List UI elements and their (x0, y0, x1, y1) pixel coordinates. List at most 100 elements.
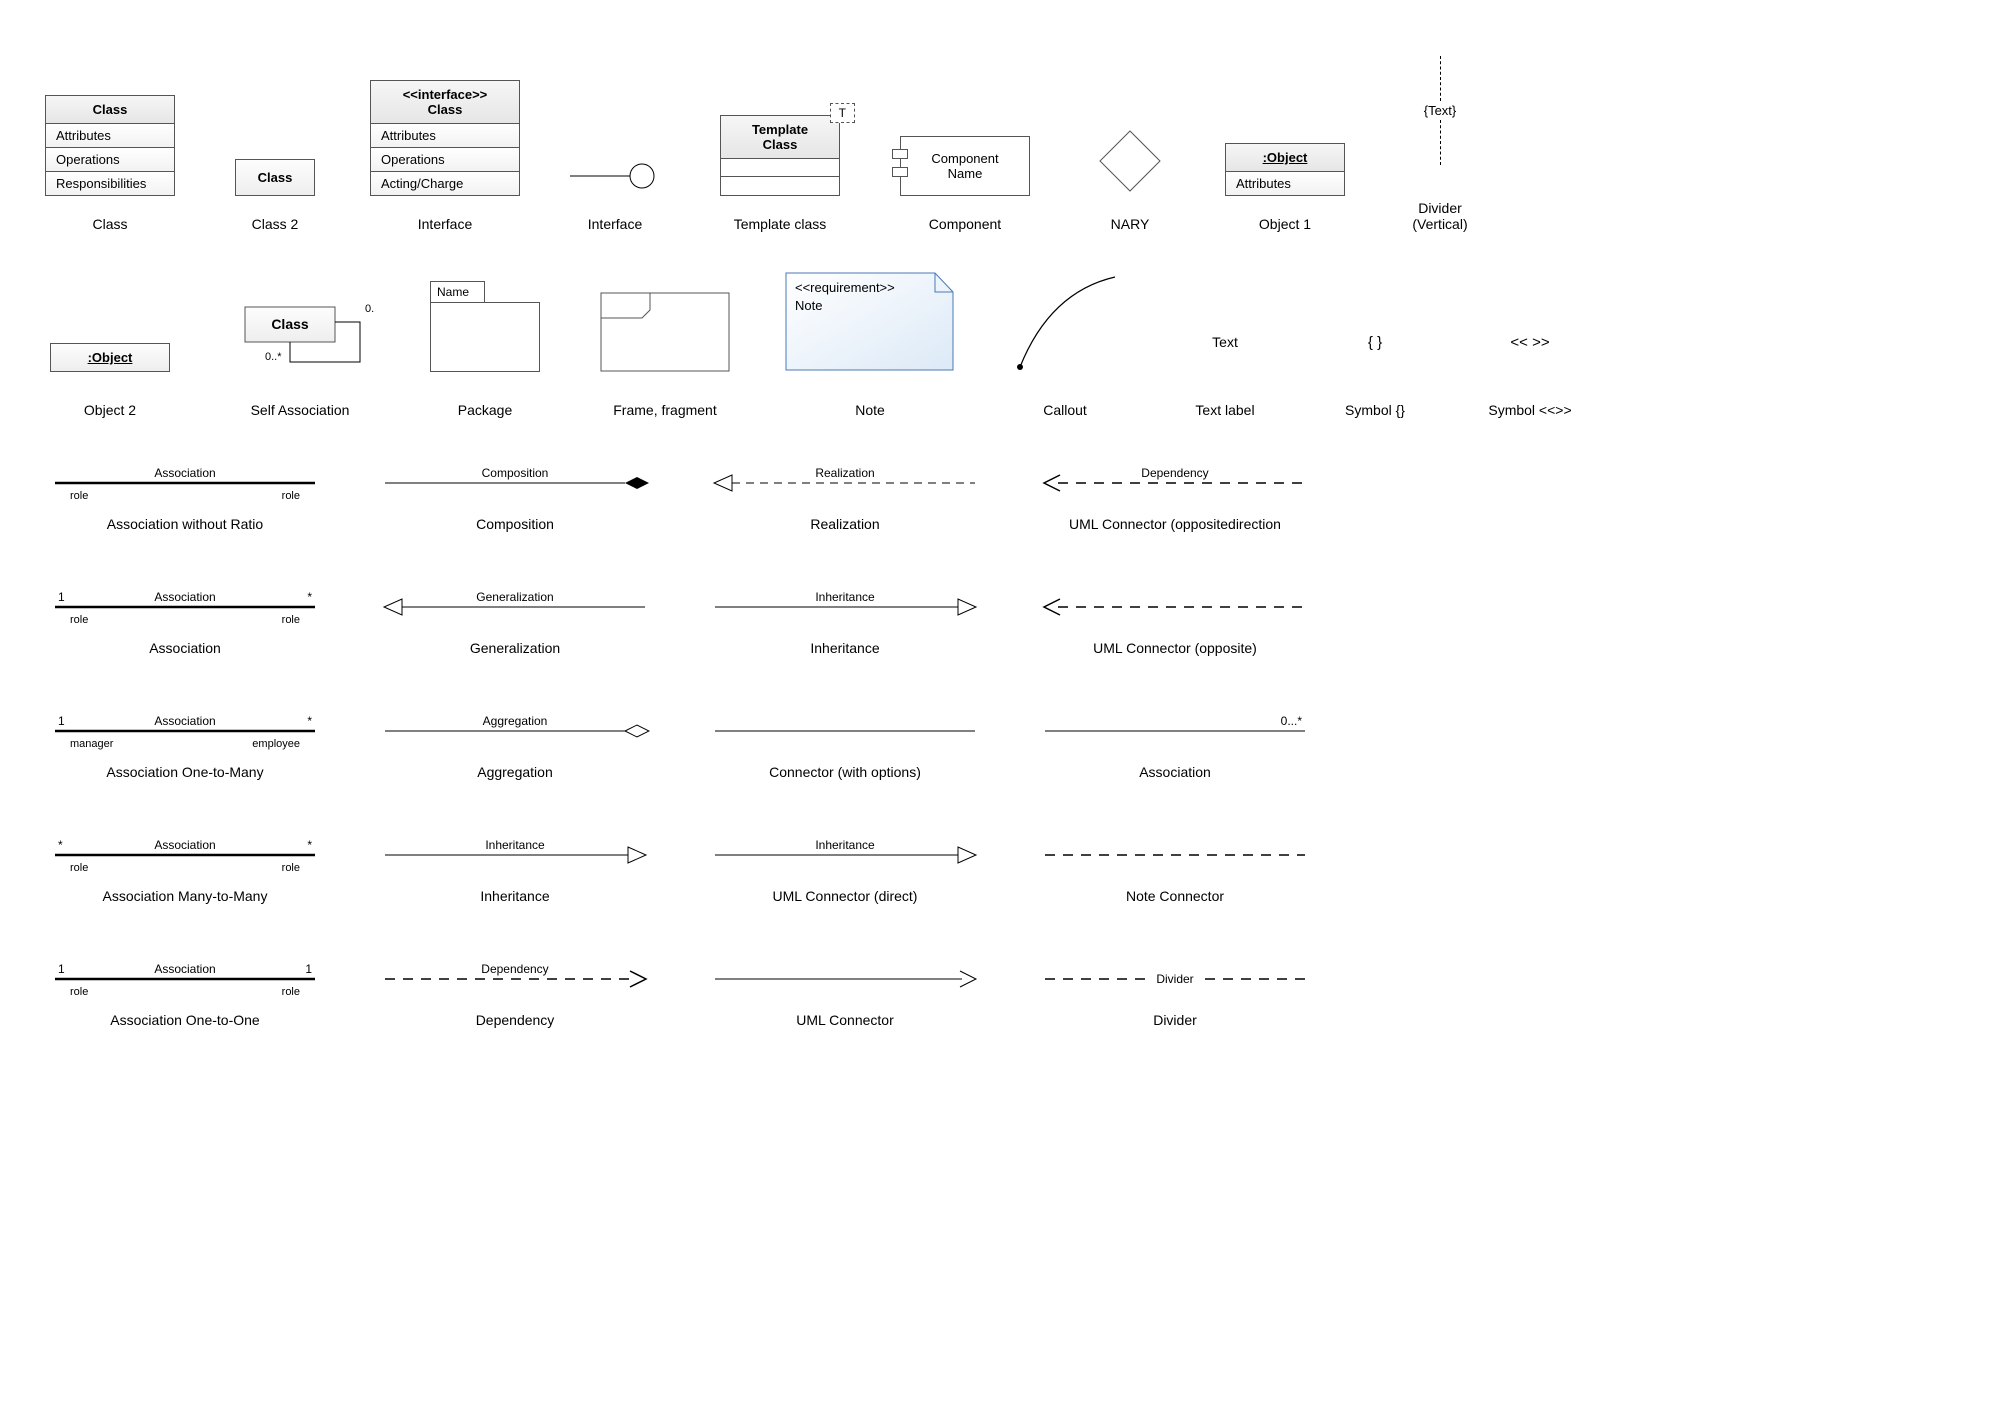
shape-self-association[interactable]: Class 0..1 0..* Self Association (220, 282, 380, 418)
shape-interface[interactable]: <<interface>> Class Attributes Operation… (370, 80, 520, 232)
lollipop-icon (570, 156, 660, 196)
class-resp: Responsibilities (46, 172, 174, 195)
connector-assoc-no-ratio[interactable]: AssociationroleroleAssociation without R… (40, 458, 330, 532)
svg-text:Class: Class (271, 316, 309, 332)
connector-assoc-mm[interactable]: Association**roleroleAssociation Many-to… (40, 830, 330, 904)
caption: Dependency (476, 1012, 555, 1028)
svg-text:0...*: 0...* (1281, 714, 1303, 728)
svg-text:*: * (307, 590, 312, 604)
connector-inheritance2[interactable]: InheritanceInheritance (370, 830, 660, 904)
shape-divider-vertical[interactable]: {Text} Divider (Vertical) (1390, 40, 1490, 232)
caption: Note (855, 402, 885, 418)
class2-title: Class (235, 159, 316, 196)
svg-text:Association: Association (154, 838, 215, 852)
shape-frame[interactable]: Frame, fragment (590, 292, 740, 418)
svg-text:role: role (282, 862, 300, 874)
text-label-text: Text (1212, 312, 1238, 372)
connector-assoc-11[interactable]: Association11roleroleAssociation One-to-… (40, 954, 330, 1028)
caption: Object 1 (1259, 216, 1311, 232)
svg-text:role: role (282, 986, 300, 998)
connector-uml-direct[interactable]: Inheritance UML Connector (direct) (700, 830, 990, 904)
shape-class[interactable]: Class Attributes Operations Responsibili… (40, 95, 180, 232)
svg-text:*: * (307, 714, 312, 728)
connector-uml-opp-dir[interactable]: DependencyUML Connector (oppositedirecti… (1030, 458, 1320, 532)
shape-symbol-braces[interactable]: { } Symbol {} (1320, 312, 1430, 418)
connector-conn-opts[interactable]: Connector (with options) (700, 706, 990, 780)
caption: Class (92, 216, 127, 232)
svg-text:1: 1 (58, 714, 65, 728)
caption: Component (929, 216, 1001, 232)
svg-text:manager: manager (70, 738, 114, 750)
caption: Object 2 (84, 402, 136, 418)
caption: Connector (with options) (769, 764, 921, 780)
caption: UML Connector (opposite) (1093, 640, 1257, 656)
connector-uml-opposite[interactable]: UML Connector (opposite) (1030, 582, 1320, 656)
svg-text:Inheritance: Inheritance (815, 838, 875, 852)
template-title: Template Class (721, 116, 839, 159)
svg-text:Association: Association (154, 962, 215, 976)
caption: UML Connector (direct) (773, 888, 918, 904)
shape-object1[interactable]: :Object Attributes Object 1 (1220, 143, 1350, 232)
caption: Self Association (251, 402, 350, 418)
caption: Class 2 (252, 216, 299, 232)
caption: Text label (1195, 402, 1254, 418)
svg-text:0..1: 0..1 (365, 303, 375, 315)
symbol-braces-text: { } (1368, 312, 1382, 372)
connector-dependency[interactable]: DependencyDependency (370, 954, 660, 1028)
svg-text:*: * (58, 838, 63, 852)
symbol-angle-text: << >> (1510, 312, 1549, 372)
iface-title: Class (381, 102, 509, 117)
class-attr: Attributes (46, 124, 174, 148)
shape-package[interactable]: Name Package (420, 281, 550, 418)
connector-association-end[interactable]: 0...*Association (1030, 706, 1320, 780)
object1-title: :Object (1226, 144, 1344, 172)
svg-text:Note: Note (795, 298, 822, 313)
object2-title: :Object (51, 344, 169, 371)
class-ops: Operations (46, 148, 174, 172)
frame-svg (600, 292, 730, 372)
divider-text: {Text} (1424, 103, 1457, 118)
class-title: Class (46, 96, 174, 124)
connector-inheritance[interactable]: InheritanceInheritance (700, 582, 990, 656)
connector-divider-h[interactable]: DividerDivider (1030, 954, 1320, 1028)
connector-aggregation[interactable]: AggregationAggregation (370, 706, 660, 780)
connector-note-conn[interactable]: Note Connector (1030, 830, 1320, 904)
svg-text:Inheritance: Inheritance (485, 838, 545, 852)
caption: Symbol <<>> (1488, 402, 1571, 418)
connector-uml-conn[interactable]: UML Connector (700, 954, 990, 1028)
svg-text:Dependency: Dependency (1141, 466, 1208, 480)
shape-symbol-angle[interactable]: << >> Symbol <<>> (1470, 312, 1590, 418)
iface-act: Acting/Charge (371, 172, 519, 195)
shape-note[interactable]: <<requirement>> Note Note (780, 272, 960, 418)
svg-text:0..*: 0..* (265, 351, 282, 363)
caption: NARY (1111, 216, 1150, 232)
iface-head: <<interface>> Class (371, 81, 519, 124)
shape-text-label[interactable]: Text Text label (1170, 312, 1280, 418)
svg-text:employee: employee (252, 738, 300, 750)
svg-text:Association: Association (154, 590, 215, 604)
shape-nary[interactable]: NARY (1080, 126, 1180, 232)
package-tab: Name (430, 281, 485, 302)
caption: UML Connector (796, 1012, 894, 1028)
caption: Divider (1153, 1012, 1197, 1028)
shape-component[interactable]: Component Name Component (890, 136, 1040, 232)
component-name: Component Name (931, 151, 998, 181)
shape-interface-lollipop[interactable]: Interface (560, 156, 670, 232)
shape-class2[interactable]: Class Class 2 (220, 159, 330, 232)
svg-text:Composition: Composition (482, 466, 549, 480)
shape-callout[interactable]: Callout (1000, 272, 1130, 418)
connectors-section: Association role role Association without R… (40, 458, 1960, 1028)
connector-assoc-1m[interactable]: Association1*manageremployeeAssociation … (40, 706, 330, 780)
shape-object2[interactable]: :Object Object 2 (40, 343, 180, 418)
svg-text:1: 1 (58, 962, 65, 976)
object1-attr: Attributes (1226, 172, 1344, 195)
connector-association[interactable]: Association1*roleroleAssociation (40, 582, 330, 656)
connector-composition[interactable]: CompositionComposition (370, 458, 660, 532)
caption: Association without Ratio (107, 516, 263, 532)
iface-stereo: <<interface>> (381, 87, 509, 102)
connector-realization[interactable]: RealizationRealization (700, 458, 990, 532)
caption: Interface (588, 216, 642, 232)
shape-template-class[interactable]: T Template Class Template class (710, 115, 850, 232)
caption: Package (458, 402, 512, 418)
connector-generalization[interactable]: GeneralizationGeneralization (370, 582, 660, 656)
